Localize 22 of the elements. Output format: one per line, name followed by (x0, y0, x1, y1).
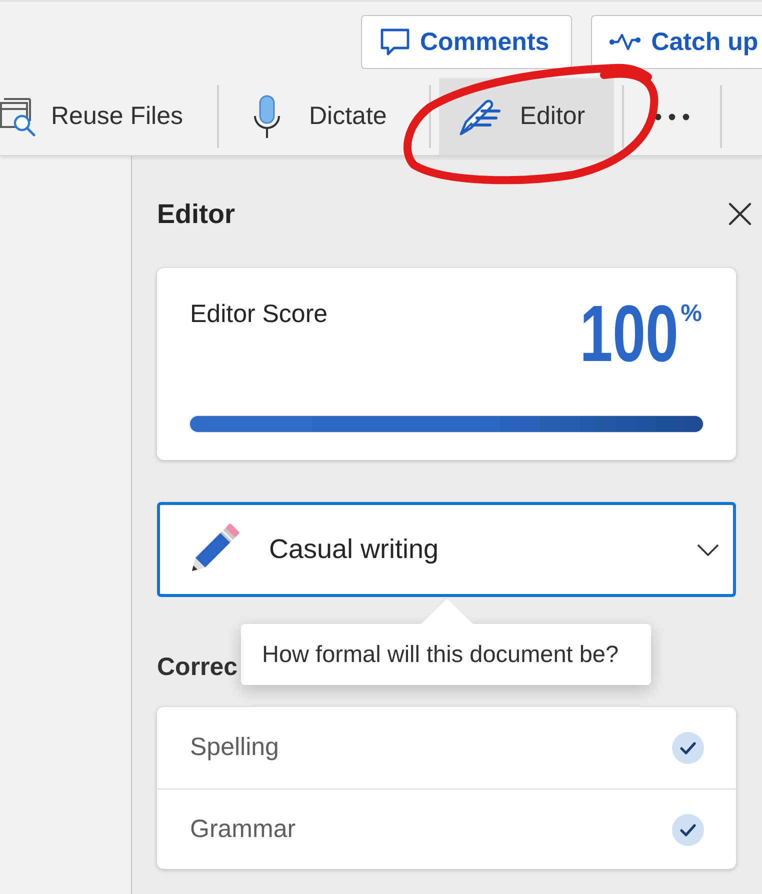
tooltip-arrow (419, 598, 475, 626)
speech-bubble-icon (380, 28, 410, 56)
score-label: Editor Score (190, 300, 328, 329)
microphone-icon (252, 94, 282, 140)
writing-style-dropdown[interactable]: Casual writing (157, 502, 736, 597)
ribbon-button[interactable]: Editor (438, 78, 614, 155)
section-heading: Correc (157, 652, 238, 682)
ribbon-button[interactable]: Reuse Files (0, 78, 202, 155)
comments-button[interactable]: Comments (361, 15, 572, 69)
close-button[interactable] (726, 200, 754, 228)
pen-icon (458, 98, 501, 136)
more-icon (654, 112, 690, 120)
correction-item[interactable]: Spelling (157, 707, 736, 788)
catch-up-button[interactable]: Catch up (591, 15, 762, 69)
close-icon (728, 202, 752, 226)
correction-item[interactable]: Grammar (157, 788, 736, 869)
score-value: 100 (580, 294, 679, 374)
percent-sign: % (680, 302, 702, 326)
pane-title: Editor (157, 198, 235, 230)
chevron-down-icon (697, 544, 719, 556)
pulse-icon (609, 32, 642, 52)
ribbon-button[interactable]: Dictate (234, 78, 421, 155)
